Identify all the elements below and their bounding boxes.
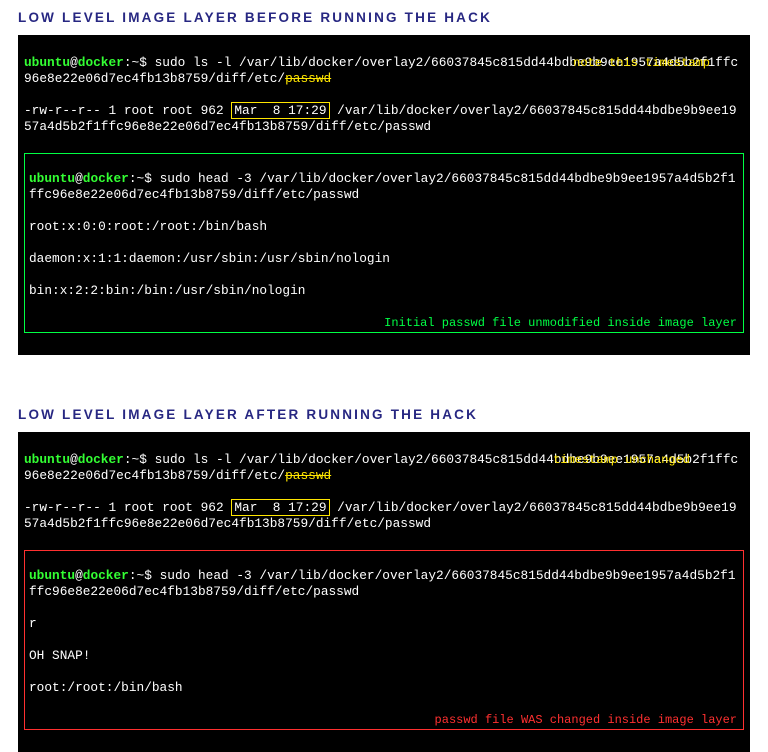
prompt-host: docker <box>78 452 124 467</box>
terminal-before: ubuntu@docker:~$ sudo ls -l /var/lib/doc… <box>18 35 750 355</box>
prompt-at: @ <box>75 568 83 583</box>
terminal-after: ubuntu@docker:~$ sudo ls -l /var/lib/doc… <box>18 432 750 752</box>
prompt-user: ubuntu <box>24 452 70 467</box>
term-line: ubuntu@docker:~$ sudo ls -l /var/lib/doc… <box>24 452 744 484</box>
prompt-at: @ <box>70 55 78 70</box>
term-line: -rw-r--r-- 1 root root 962 Mar 8 17:29 /… <box>24 103 744 135</box>
passwd-line: root:x:0:0:root:/root:/bin/bash <box>29 219 739 235</box>
prompt-host: docker <box>83 171 129 186</box>
prompt-dollar: $ <box>139 452 147 467</box>
timestamp-box: Mar 8 17:29 <box>231 102 329 119</box>
prompt-user: ubuntu <box>29 171 75 186</box>
passwd-line: bin:x:2:2:bin:/bin:/usr/sbin/nologin <box>29 283 739 299</box>
annotation-timestamp-unchanged: timestamp unchanged <box>553 452 690 468</box>
spacer <box>0 355 768 397</box>
prompt-dollar: $ <box>144 171 152 186</box>
annotation-unmodified: Initial passwd file unmodified inside im… <box>384 315 737 331</box>
prompt-path: ~ <box>137 568 145 583</box>
prompt-at: @ <box>70 452 78 467</box>
prompt-user: ubuntu <box>29 568 75 583</box>
prompt-dollar: $ <box>139 55 147 70</box>
prompt-user: ubuntu <box>24 55 70 70</box>
passwd-line: OH SNAP! <box>29 648 739 664</box>
prompt-host: docker <box>83 568 129 583</box>
prompt-colon: : <box>129 568 137 583</box>
prompt-dollar: $ <box>144 568 152 583</box>
passwd-line: root:/root:/bin/bash <box>29 680 739 696</box>
struck-text: passwd <box>285 71 331 86</box>
passwd-line: r <box>29 616 739 632</box>
prompt-host: docker <box>78 55 124 70</box>
ls-perm: -rw-r--r-- 1 root root 962 <box>24 103 231 118</box>
term-line: -rw-r--r-- 1 root root 962 Mar 8 17:29 /… <box>24 500 744 532</box>
prompt-at: @ <box>75 171 83 186</box>
modified-block: ubuntu@docker:~$ sudo head -3 /var/lib/d… <box>24 550 744 730</box>
annotation-modified: passwd file WAS changed inside image lay… <box>435 712 737 728</box>
passwd-line: daemon:x:1:1:daemon:/usr/sbin:/usr/sbin/… <box>29 251 739 267</box>
annotation-timestamp-note: note this timestamp <box>573 55 710 71</box>
term-line: ubuntu@docker:~$ sudo ls -l /var/lib/doc… <box>24 55 744 87</box>
prompt-colon: : <box>124 452 132 467</box>
prompt-colon: : <box>129 171 137 186</box>
struck-text: passwd <box>285 468 331 483</box>
prompt-colon: : <box>124 55 132 70</box>
unmodified-block: ubuntu@docker:~$ sudo head -3 /var/lib/d… <box>24 153 744 333</box>
term-line: ubuntu@docker:~$ sudo head -3 /var/lib/d… <box>29 171 739 203</box>
heading-after: LOW LEVEL IMAGE LAYER AFTER RUNNING THE … <box>0 397 768 428</box>
heading-before: LOW LEVEL IMAGE LAYER BEFORE RUNNING THE… <box>0 0 768 31</box>
term-line: ubuntu@docker:~$ sudo head -3 /var/lib/d… <box>29 568 739 600</box>
